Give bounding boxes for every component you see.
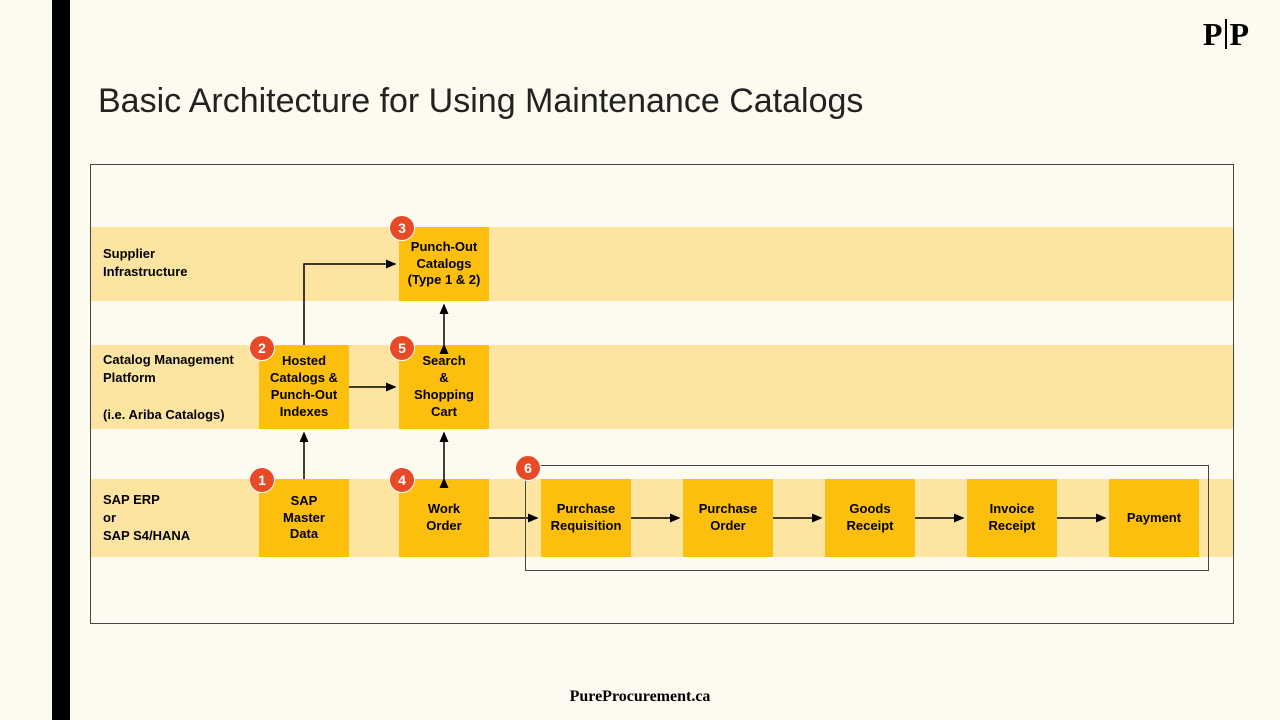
- node-punchout: Punch-Out Catalogs (Type 1 & 2): [399, 227, 489, 301]
- logo: PP: [1203, 16, 1250, 53]
- vertical-black-bar: [52, 0, 70, 720]
- logo-divider: [1225, 19, 1227, 49]
- band-supplier-label: Supplier Infrastructure: [103, 245, 188, 281]
- node-search: Search & Shopping Cart: [399, 345, 489, 429]
- badge-6: 6: [515, 455, 541, 481]
- node-hosted: Hosted Catalogs & Punch-Out Indexes: [259, 345, 349, 429]
- badge-5: 5: [389, 335, 415, 361]
- logo-left: P: [1203, 16, 1224, 52]
- node-master: SAP Master Data: [259, 479, 349, 557]
- badge-2: 2: [249, 335, 275, 361]
- footer-text: PureProcurement.ca: [0, 688, 1280, 706]
- node-work: Work Order: [399, 479, 489, 557]
- badge-1: 1: [249, 467, 275, 493]
- band-sap-label: SAP ERP or SAP S4/HANA: [103, 491, 190, 546]
- band-catalog-label: Catalog Management Platform (i.e. Ariba …: [103, 351, 234, 424]
- band-supplier: Supplier Infrastructure: [91, 227, 1233, 301]
- diagram-frame: Supplier Infrastructure Catalog Manageme…: [90, 164, 1234, 624]
- step6-box: [525, 465, 1209, 571]
- badge-3: 3: [389, 215, 415, 241]
- page-title: Basic Architecture for Using Maintenance…: [98, 82, 863, 121]
- logo-right: P: [1229, 16, 1250, 52]
- badge-4: 4: [389, 467, 415, 493]
